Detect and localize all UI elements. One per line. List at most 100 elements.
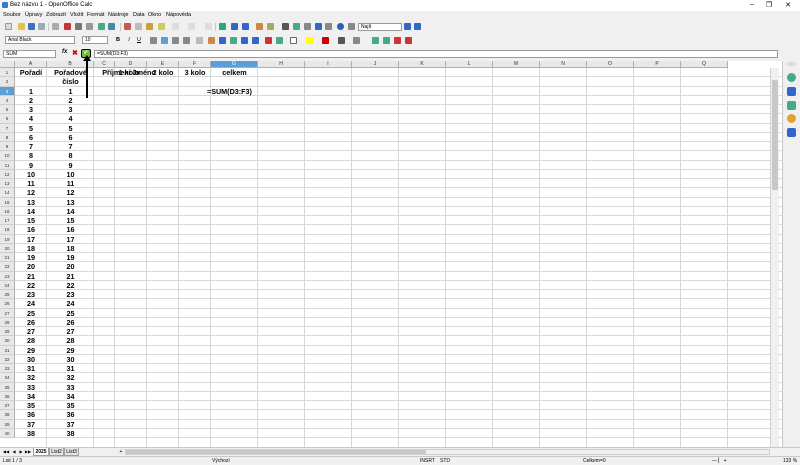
column-header-G[interactable]: G [211, 61, 258, 68]
column-header-P[interactable]: P [634, 61, 681, 68]
row-header-28[interactable]: 28 [0, 317, 15, 327]
row-header-4[interactable]: 4 [0, 95, 15, 105]
cell-A28[interactable]: 26 [15, 318, 47, 327]
function-wizard-icon[interactable]: fx [62, 49, 67, 55]
cell-B21[interactable]: 19 [47, 253, 94, 262]
cell-B35[interactable]: 33 [47, 383, 94, 392]
column-header-I[interactable]: I [305, 61, 352, 68]
row-header-15[interactable]: 15 [0, 197, 15, 207]
column-header-N[interactable]: N [540, 61, 587, 68]
vertical-scrollbar[interactable] [770, 68, 779, 447]
font-color-icon[interactable] [322, 37, 329, 44]
row-header-5[interactable]: 5 [0, 105, 15, 115]
undo-icon[interactable] [172, 23, 179, 30]
insert-columns-icon[interactable] [383, 37, 390, 44]
conditional-format-icon[interactable] [353, 37, 360, 44]
cell-B7[interactable]: 5 [47, 124, 94, 133]
column-header-M[interactable]: M [493, 61, 540, 68]
cell-A35[interactable]: 33 [15, 383, 47, 392]
cell-A6[interactable]: 4 [15, 114, 47, 123]
options-icon[interactable] [348, 23, 355, 30]
cell-B17[interactable]: 15 [47, 216, 94, 225]
sort-ascending-icon[interactable] [231, 23, 238, 30]
row-header-2[interactable]: 2 [0, 77, 15, 87]
sheet-tab-list3[interactable]: List3 [64, 448, 79, 456]
minimize-button[interactable]: – [746, 1, 758, 8]
currency-icon[interactable] [208, 37, 215, 44]
insert-mode[interactable]: INSRT [420, 458, 435, 464]
cell-B25[interactable]: 23 [47, 290, 94, 299]
menu-soubor[interactable]: Soubor [3, 12, 21, 18]
spellcheck-icon[interactable] [98, 23, 105, 30]
draw-functions-icon[interactable] [267, 23, 274, 30]
bold-button[interactable]: B [114, 36, 122, 44]
column-header-O[interactable]: O [587, 61, 634, 68]
column-header-H[interactable]: H [258, 61, 305, 68]
row-header-18[interactable]: 18 [0, 225, 15, 235]
column-header-Q[interactable]: Q [681, 61, 728, 68]
row-header-35[interactable]: 35 [0, 382, 15, 392]
cell-B5[interactable]: 3 [47, 105, 94, 114]
cell-B16[interactable]: 14 [47, 207, 94, 216]
row-header-39[interactable]: 39 [0, 419, 15, 429]
cell-E1[interactable]: 2 kolo [147, 68, 179, 77]
cell-B34[interactable]: 32 [47, 373, 94, 382]
row-header-9[interactable]: 9 [0, 142, 15, 152]
cell-A32[interactable]: 30 [15, 355, 47, 364]
row-header-20[interactable]: 20 [0, 243, 15, 253]
row-header-21[interactable]: 21 [0, 253, 15, 263]
styles-icon[interactable] [325, 23, 332, 30]
cell-A1[interactable]: Pořadí [15, 68, 47, 77]
cell-A4[interactable]: 2 [15, 96, 47, 105]
row-header-31[interactable]: 31 [0, 345, 15, 355]
row-header-27[interactable]: 27 [0, 308, 15, 318]
cell-A19[interactable]: 17 [15, 235, 47, 244]
open-icon[interactable] [18, 23, 25, 30]
row-header-23[interactable]: 23 [0, 271, 15, 281]
vertical-scroll-thumb[interactable] [772, 80, 778, 190]
cell-B13[interactable]: 11 [47, 179, 94, 188]
cell-F1[interactable]: 3 kolo [179, 68, 211, 77]
cell-B39[interactable]: 37 [47, 420, 94, 429]
cell-A13[interactable]: 11 [15, 179, 47, 188]
print-icon[interactable] [75, 23, 82, 30]
standard-format-icon[interactable] [230, 37, 237, 44]
cell-A10[interactable]: 8 [15, 151, 47, 160]
cell-A25[interactable]: 23 [15, 290, 47, 299]
chart-icon[interactable] [256, 23, 263, 30]
align-left-icon[interactable] [150, 37, 157, 44]
sidebar-menu-icon[interactable] [787, 62, 796, 66]
menu-nastroje[interactable]: Nástroje [108, 12, 128, 18]
row-header-33[interactable]: 33 [0, 364, 15, 374]
cell-A21[interactable]: 19 [15, 253, 47, 262]
cell-A3[interactable]: 1 [15, 87, 47, 96]
column-header-A[interactable]: A [15, 61, 47, 68]
cell-A5[interactable]: 3 [15, 105, 47, 114]
column-header-J[interactable]: J [352, 61, 399, 68]
increase-indent-icon[interactable] [276, 37, 283, 44]
cell-B30[interactable]: 28 [47, 336, 94, 345]
pdf-icon[interactable] [64, 23, 71, 30]
row-header-29[interactable]: 29 [0, 327, 15, 337]
hyperlink-icon[interactable] [205, 23, 212, 30]
column-header-D[interactable]: D [115, 61, 147, 68]
navigator-sidebar-icon[interactable] [787, 114, 796, 123]
merge-cells-icon[interactable] [196, 37, 203, 44]
find-prev-icon[interactable] [414, 23, 421, 30]
font-size-box[interactable]: 10 [82, 36, 108, 44]
cell-A8[interactable]: 6 [15, 133, 47, 142]
cell-B22[interactable]: 20 [47, 262, 94, 271]
align-right-icon[interactable] [172, 37, 179, 44]
cell-B14[interactable]: 12 [47, 188, 94, 197]
delete-rows-icon[interactable] [394, 37, 401, 44]
cell-A30[interactable]: 28 [15, 336, 47, 345]
copy-icon[interactable] [135, 23, 142, 30]
cell-B11[interactable]: 9 [47, 161, 94, 170]
spreadsheet-grid[interactable]: A B C D E F G H I J K L M N O P Q 1 2 3 4 5 6 7 8 9 10 11 12 13 14 15 16… [0, 61, 782, 447]
cell-A38[interactable]: 36 [15, 410, 47, 419]
cell-B26[interactable]: 24 [47, 299, 94, 308]
cell-B19[interactable]: 17 [47, 235, 94, 244]
cell-G1[interactable]: celkem [211, 68, 258, 77]
cell-D1[interactable]: 1 kolo [109, 68, 149, 77]
cell-B9[interactable]: 7 [47, 142, 94, 151]
